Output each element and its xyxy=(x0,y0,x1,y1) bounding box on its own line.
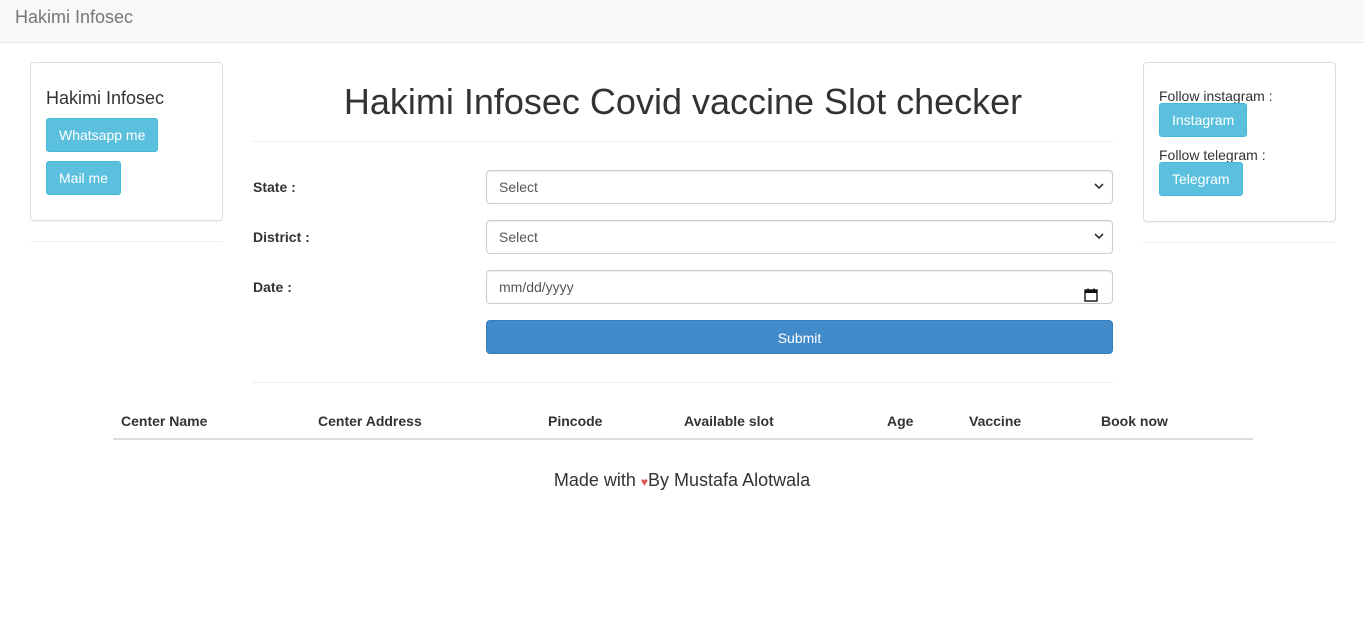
follow-telegram-text: Follow telegram : xyxy=(1159,147,1266,163)
district-label: District : xyxy=(253,229,310,245)
date-label: Date : xyxy=(253,279,292,295)
state-select[interactable]: Select xyxy=(486,170,1113,204)
form-divider xyxy=(253,382,1113,383)
contact-panel: Hakimi Infosec Whatsapp me Mail me xyxy=(30,62,223,221)
column-header-center-name: Center Name xyxy=(121,413,208,429)
column-header-vaccine: Vaccine xyxy=(969,413,1022,429)
instagram-button[interactable]: Instagram xyxy=(1159,103,1248,137)
title-divider xyxy=(253,141,1113,142)
column-header-center-address: Center Address xyxy=(318,413,422,429)
column-header-age: Age xyxy=(887,413,914,429)
column-header-pincode: Pincode xyxy=(548,413,603,429)
district-select-value: Select xyxy=(499,229,538,245)
heart-icon: ♥ xyxy=(640,475,649,489)
calendar-icon[interactable] xyxy=(1084,281,1098,302)
mail-button[interactable]: Mail me xyxy=(46,161,122,195)
navbar: Hakimi Infosec xyxy=(0,0,1364,43)
footer-author: By Mustafa Alotwala xyxy=(648,470,811,490)
left-divider xyxy=(30,241,223,242)
date-input[interactable]: mm/dd/yyyy xyxy=(486,270,1113,304)
date-input-placeholder: mm/dd/yyyy xyxy=(499,279,574,295)
column-header-book-now: Book now xyxy=(1101,413,1168,429)
district-select[interactable]: Select xyxy=(486,220,1113,254)
whatsapp-button[interactable]: Whatsapp me xyxy=(46,118,159,152)
results-table-header: Center Name Center Address Pincode Avail… xyxy=(113,404,1253,440)
page-title: Hakimi Infosec Covid vaccine Slot checke… xyxy=(343,81,1023,122)
footer-prefix: Made with xyxy=(553,470,641,490)
state-label: State : xyxy=(253,179,296,195)
contact-panel-title: Hakimi Infosec xyxy=(46,88,165,108)
state-select-value: Select xyxy=(499,179,538,195)
column-header-available-slot: Available slot xyxy=(684,413,774,429)
chevron-down-icon xyxy=(1094,171,1104,215)
navbar-brand[interactable]: Hakimi Infosec xyxy=(15,7,133,27)
chevron-down-icon xyxy=(1094,221,1104,265)
right-divider xyxy=(1143,242,1336,243)
submit-button[interactable]: Submit xyxy=(486,320,1113,354)
telegram-button[interactable]: Telegram xyxy=(1159,162,1243,196)
social-panel: Follow instagram : Instagram Follow tele… xyxy=(1143,62,1336,222)
footer-credit: Made with ♥By Mustafa Alotwala xyxy=(0,469,1364,493)
follow-instagram-text: Follow instagram : xyxy=(1159,88,1273,104)
